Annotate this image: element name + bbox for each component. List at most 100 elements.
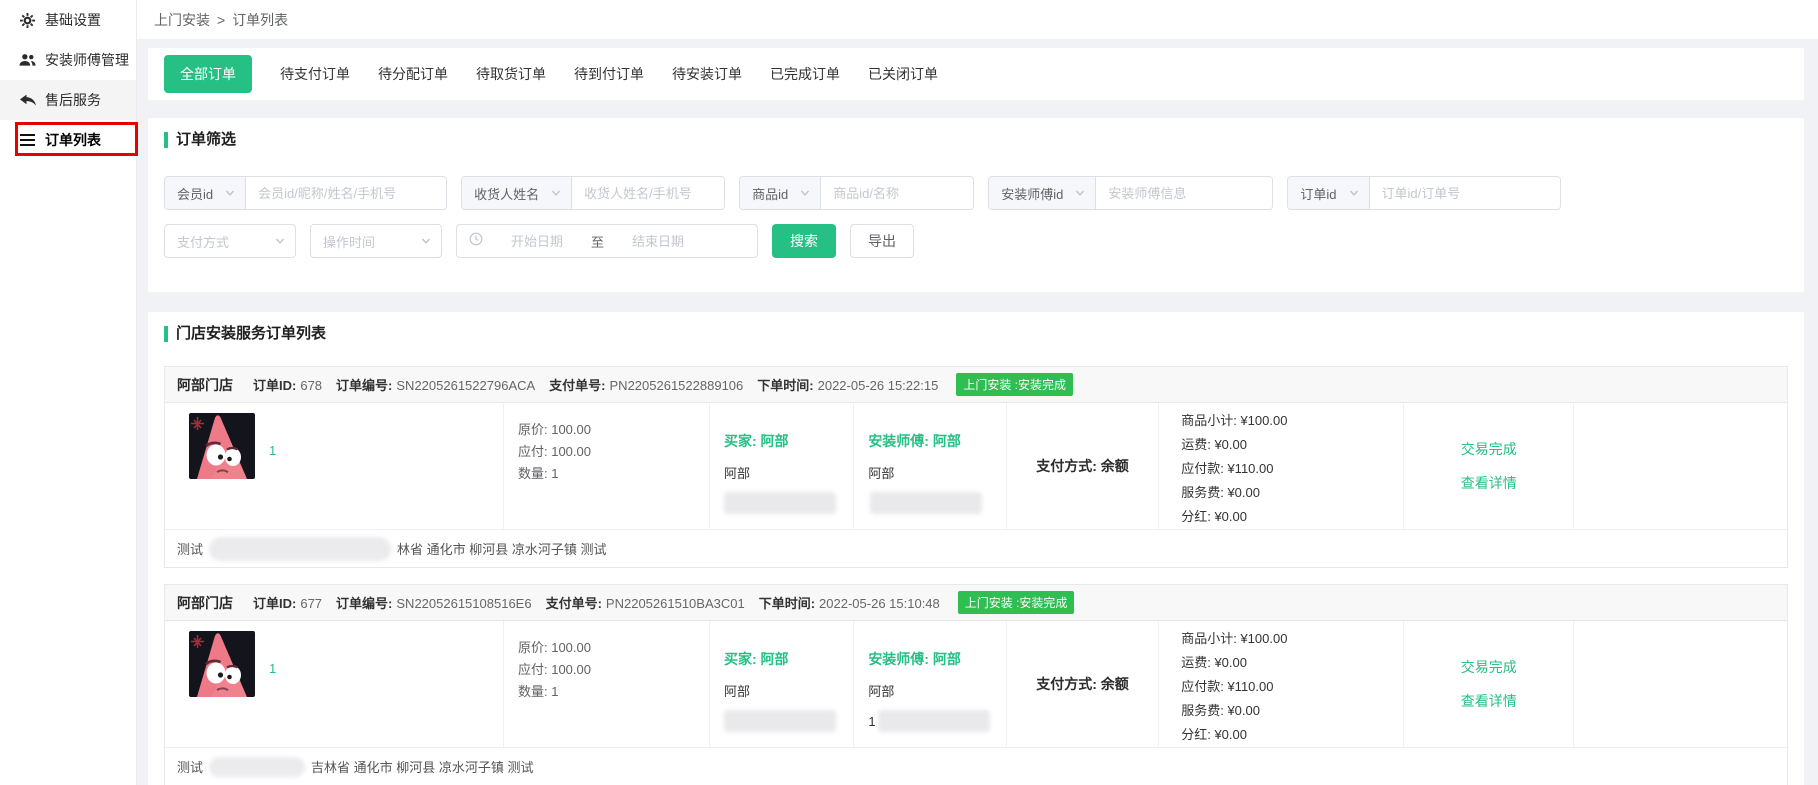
chevron-down-icon (551, 186, 561, 201)
shipping-line: 运费: ¥0.00 (1181, 651, 1403, 675)
installer-id-select[interactable]: 安装师傅id (989, 177, 1096, 209)
installer-name: 阿部 (868, 463, 1005, 482)
redacted-buyer-phone (724, 710, 836, 732)
address-text: 吉林省 通化市 柳河县 凉水河子镇 测试 (311, 757, 533, 776)
export-button[interactable]: 导出 (850, 224, 914, 258)
operate-time-select[interactable]: 操作时间 (310, 224, 442, 258)
payment-method-select[interactable]: 支付方式 (164, 224, 296, 258)
actions-cell: 交易完成 查看详情 (1404, 621, 1574, 747)
product-search-input[interactable] (821, 177, 973, 209)
search-button[interactable]: 搜索 (772, 224, 836, 258)
payable-price: 应付: 100.00 (518, 441, 709, 463)
sidebar-item-installer-management[interactable]: 安装师傅管理 (0, 40, 136, 80)
redacted-installer-phone (878, 710, 990, 732)
receiver-search-input[interactable] (572, 177, 724, 209)
tab-pending-payment[interactable]: 待支付订单 (280, 64, 350, 84)
tab-pending-install[interactable]: 待安装订单 (672, 64, 742, 84)
tab-all-orders[interactable]: 全部订单 (164, 55, 252, 93)
payment-number: 支付单号:PN2205261510BA3C01 (546, 593, 745, 612)
order-status-tabs: 全部订单 待支付订单 待分配订单 待取货订单 待到付订单 待安装订单 已完成订单… (148, 48, 1804, 100)
receiver-name-select[interactable]: 收货人姓名 (462, 177, 572, 209)
payable-line: 应付款: ¥110.00 (1181, 675, 1403, 699)
order-card: 阿部门店 订单ID:678 订单编号:SN2205261522796ACA 支付… (164, 366, 1788, 568)
breadcrumb-parent[interactable]: 上门安装 (154, 10, 210, 30)
sidebar-item-label: 安装师傅管理 (45, 50, 129, 70)
product-image (189, 631, 255, 697)
order-id-select[interactable]: 订单id (1288, 177, 1369, 209)
order-time: 下单时间:2022-05-26 15:10:48 (759, 593, 940, 612)
dividend-line: 分红: ¥0.00 (1181, 505, 1403, 529)
buyer-cell: 买家: 阿部 阿部 (710, 621, 854, 747)
member-id-select[interactable]: 会员id (165, 177, 246, 209)
tab-pending-assignment[interactable]: 待分配订单 (378, 64, 448, 84)
store-name: 阿部门店 (177, 593, 233, 613)
main-content: 上门安装 > 订单列表 全部订单 待支付订单 待分配订单 待取货订单 待到付订单… (137, 0, 1818, 785)
status-badge: 上门安装 :安装完成 (958, 591, 1075, 614)
sidebar-item-basic-settings[interactable]: 基础设置 (0, 0, 136, 40)
chevron-down-icon (1075, 186, 1085, 201)
order-time: 下单时间:2022-05-26 15:22:15 (757, 375, 938, 394)
buyer-name: 阿部 (724, 681, 853, 700)
trade-complete-link[interactable]: 交易完成 (1461, 657, 1517, 677)
sidebar-item-label: 基础设置 (45, 10, 101, 30)
installer-name: 阿部 (868, 681, 1005, 700)
price-cell: 原价: 100.00 应付: 100.00 数量: 1 (504, 621, 710, 747)
list-icon (19, 134, 36, 146)
date-start-input[interactable] (489, 234, 585, 249)
sidebar-item-order-list[interactable]: 订单列表 (0, 120, 136, 160)
view-details-link[interactable]: 查看详情 (1461, 691, 1517, 711)
chevron-down-icon (800, 186, 810, 201)
installer-search-input[interactable] (1096, 177, 1272, 209)
view-details-link[interactable]: 查看详情 (1461, 473, 1517, 493)
order-search-input[interactable] (1370, 177, 1560, 209)
product-cell: 1 (165, 403, 504, 529)
order-card: 阿部门店 订单ID:677 订单编号:SN22052615108516E6 支付… (164, 584, 1788, 785)
order-address-row: 测试 吉林省 通化市 柳河县 凉水河子镇 测试 (165, 747, 1787, 785)
service-fee-line: 服务费: ¥0.00 (1181, 481, 1403, 505)
users-icon (19, 53, 36, 67)
order-id: 订单ID:677 (253, 593, 322, 612)
buyer-cell: 买家: 阿部 阿部 (710, 403, 854, 529)
amounts-cell: 商品小计: ¥100.00 运费: ¥0.00 应付款: ¥110.00 服务费… (1159, 403, 1404, 529)
filter-section-title: 订单筛选 (164, 132, 1788, 148)
reply-icon (19, 94, 36, 107)
buyer-title: 买家: 阿部 (724, 431, 853, 451)
date-range-separator: 至 (591, 232, 604, 251)
tab-completed[interactable]: 已完成订单 (770, 64, 840, 84)
amounts-cell: 商品小计: ¥100.00 运费: ¥0.00 应付款: ¥110.00 服务费… (1159, 621, 1404, 747)
trade-complete-link[interactable]: 交易完成 (1461, 439, 1517, 459)
chevron-down-icon (1349, 186, 1359, 201)
address-prefix: 测试 (177, 757, 203, 776)
payment-method-cell: 支付方式: 余额 (1007, 621, 1159, 747)
date-range-picker[interactable]: 至 (456, 224, 758, 258)
order-header: 阿部门店 订单ID:678 订单编号:SN2205261522796ACA 支付… (165, 367, 1787, 403)
empty-cell (1574, 403, 1787, 529)
member-search-input[interactable] (246, 177, 446, 209)
installer-cell: 安装师傅: 阿部 阿部 1 (854, 621, 1006, 747)
tab-pending-pickup[interactable]: 待取货订单 (476, 64, 546, 84)
order-list-panel: 门店安装服务订单列表 阿部门店 订单ID:678 订单编号:SN22052615… (148, 312, 1804, 785)
buyer-title: 买家: 阿部 (724, 649, 853, 669)
order-address-row: 测试 林省 通化市 柳河县 凉水河子镇 测试 (165, 529, 1787, 567)
filter-row-1: 会员id 收货人姓名 商品id (164, 176, 1788, 210)
date-end-input[interactable] (610, 234, 706, 249)
sidebar-item-after-sales[interactable]: 售后服务 (0, 80, 136, 120)
tab-closed[interactable]: 已关闭订单 (868, 64, 938, 84)
payment-method-cell: 支付方式: 余额 (1007, 403, 1159, 529)
quantity-line: 数量: 1 (518, 681, 709, 703)
chevron-down-icon (275, 234, 285, 249)
original-price: 原价: 100.00 (518, 637, 709, 659)
sidebar: 基础设置 安装师傅管理 售后服务 订单列表 (0, 0, 137, 785)
shipping-line: 运费: ¥0.00 (1181, 433, 1403, 457)
tab-pending-cod[interactable]: 待到付订单 (574, 64, 644, 84)
price-cell: 原价: 100.00 应付: 100.00 数量: 1 (504, 403, 710, 529)
chevron-down-icon (421, 234, 431, 249)
product-id-select[interactable]: 商品id (740, 177, 821, 209)
breadcrumb-current: 订单列表 (232, 10, 288, 30)
product-quantity: 1 (269, 661, 276, 747)
order-header: 阿部门店 订单ID:677 订单编号:SN22052615108516E6 支付… (165, 585, 1787, 621)
status-badge: 上门安装 :安装完成 (956, 373, 1073, 396)
order-body: 1 原价: 100.00 应付: 100.00 数量: 1 买家: 阿部 阿部 … (165, 621, 1787, 747)
sidebar-item-label: 订单列表 (45, 130, 101, 150)
filter-group-member: 会员id (164, 176, 447, 210)
